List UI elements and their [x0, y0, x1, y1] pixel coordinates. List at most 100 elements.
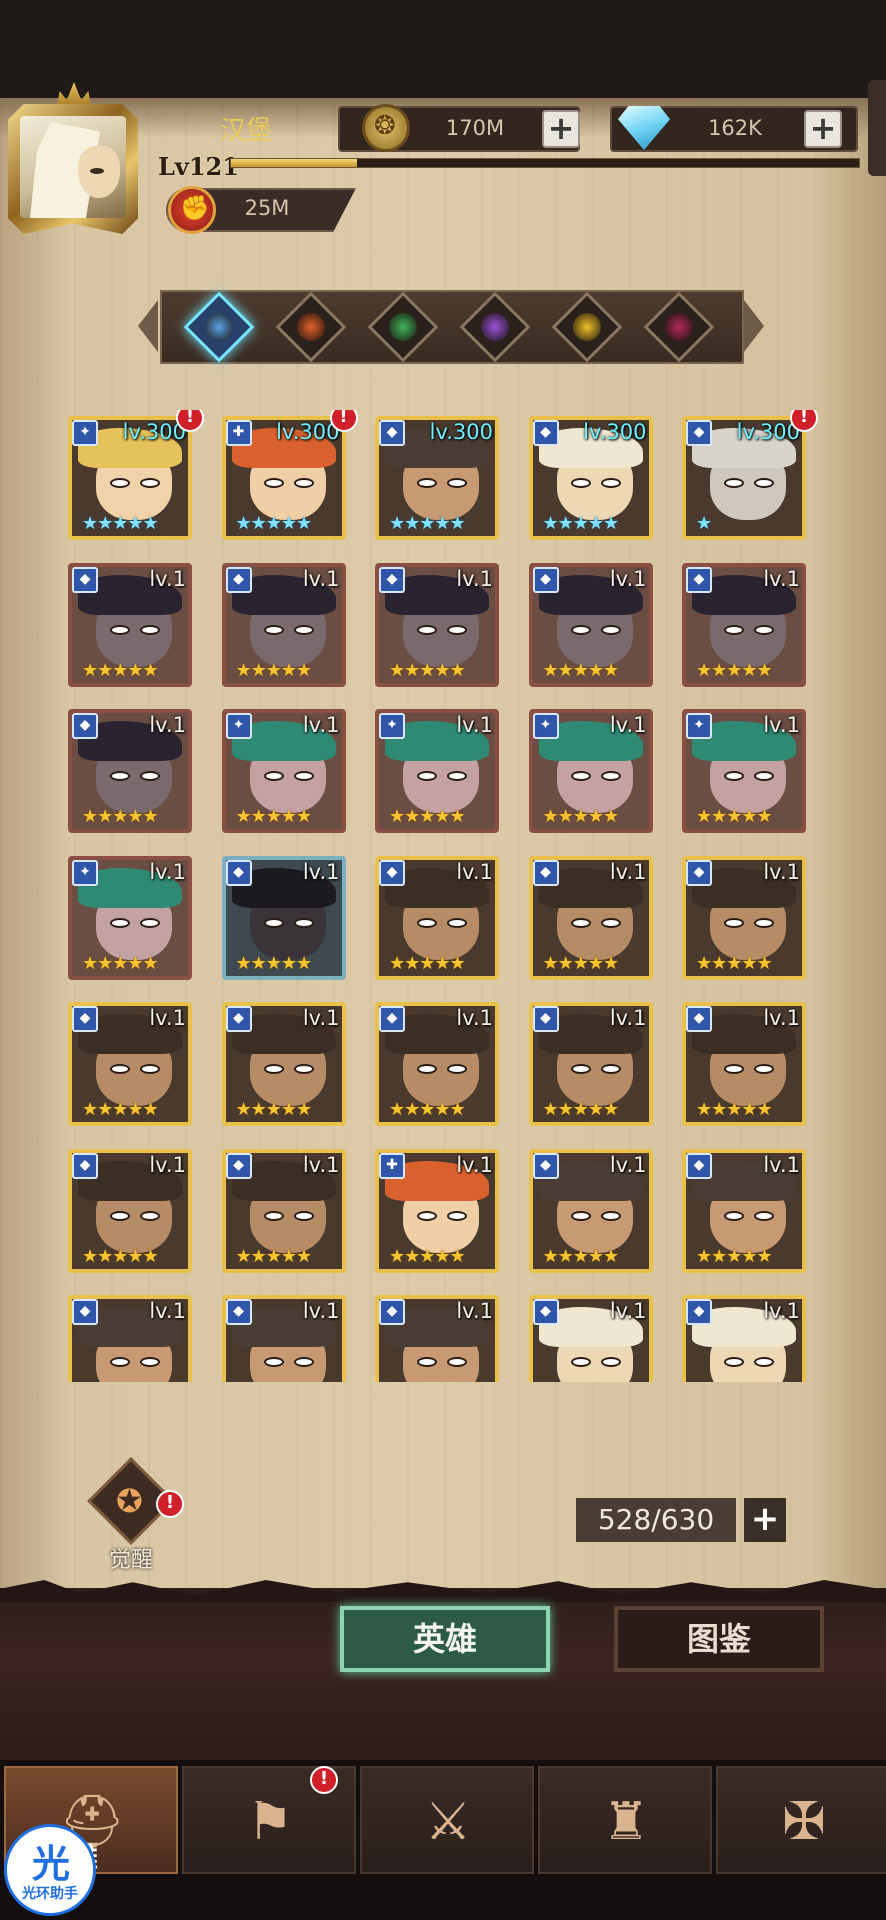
hero-card[interactable]: ✦ lv.1 ★★★★★: [682, 709, 806, 833]
expand-capacity-button[interactable]: +: [744, 1498, 786, 1542]
hero-card[interactable]: ◆ lv.300 ★!: [682, 410, 818, 540]
nature-faction-icon: [389, 313, 417, 341]
hero-class-icon: ◆: [225, 566, 252, 593]
tab-codex[interactable]: 图鉴: [614, 1606, 824, 1672]
fire-faction-icon: [297, 313, 325, 341]
player-avatar[interactable]: [8, 82, 138, 242]
xp-bar-fill: [231, 159, 357, 167]
adventure-flag-icon: ⚑: [246, 1792, 294, 1852]
assistant-floating-button[interactable]: 光 光环助手: [4, 1824, 96, 1916]
faction-tab-5[interactable]: [643, 291, 715, 363]
hero-card[interactable]: ✦ lv.1 ★★★★★: [221, 709, 346, 833]
hero-card[interactable]: ◆lv.1★★★★★: [682, 855, 806, 980]
hero-class-icon: ◆: [72, 1006, 98, 1032]
hero-card[interactable]: ◆lv.1★★★★★: [68, 1002, 192, 1126]
nav-item-guild-crest[interactable]: ✠: [716, 1766, 886, 1874]
hero-card[interactable]: ◆lv.1★★★★★: [375, 1295, 499, 1382]
hero-card[interactable]: ◆lv.1★★★★★: [68, 1295, 192, 1382]
nav-item-castle[interactable]: ♜: [538, 1766, 712, 1874]
hero-card[interactable]: ◆ lv.300 ★★★★★: [375, 416, 499, 540]
hero-level: lv.1: [456, 1299, 493, 1323]
hero-stars: ★★★★★: [542, 952, 620, 974]
hero-card[interactable]: ◆lv.1★★★★★: [682, 562, 806, 687]
nav-item-adventure-flag[interactable]: ⚑!: [182, 1766, 356, 1874]
hero-card[interactable]: ◆lv.1★★★★★: [528, 562, 653, 687]
hero-card[interactable]: ✦ lv.300 ★★★★★!: [68, 410, 204, 540]
hero-card[interactable]: ◆lv.1★★★★★: [221, 1148, 346, 1273]
hero-card[interactable]: ◆lv.1★★★★★: [528, 1295, 653, 1382]
hero-card[interactable]: ◆lv.1★★★★★: [528, 855, 653, 980]
faction-tab-3[interactable]: [459, 291, 531, 363]
hero-level: lv.1: [456, 713, 493, 737]
hero-class-icon: ◆: [686, 1299, 712, 1325]
battle-swords-icon: ⚔: [424, 1792, 472, 1852]
hero-alert-badge: !: [790, 410, 818, 432]
hero-level: lv.1: [763, 1299, 800, 1323]
hero-card[interactable]: ◆lv.1★★★★★: [682, 1002, 806, 1126]
hero-card[interactable]: ◆lv.1★★★★★: [682, 1148, 806, 1273]
nav-alert-badge: !: [310, 1766, 338, 1794]
hero-card[interactable]: ✦ lv.1 ★★★★★: [528, 709, 653, 833]
hero-class-icon: ◆: [532, 1152, 559, 1179]
hero-card[interactable]: ◆lv.1★★★★★: [221, 855, 346, 980]
add-gold-button[interactable]: +: [542, 110, 580, 148]
hero-card[interactable]: ◆lv.1★★★★★: [375, 855, 499, 980]
hero-card[interactable]: ✦ lv.1 ★★★★★: [68, 855, 192, 980]
awaken-alert-badge: !: [156, 1490, 184, 1518]
faction-tab-2[interactable]: [367, 291, 439, 363]
hero-card[interactable]: ◆ lv.300 ★★★★★: [528, 416, 653, 540]
tab-heroes[interactable]: 英雄: [340, 1606, 550, 1672]
hero-class-icon: ◆: [72, 1299, 98, 1325]
hero-level: lv.1: [609, 713, 647, 737]
hero-card[interactable]: ◆lv.1★★★★★: [375, 562, 499, 687]
hero-level: lv.1: [302, 1006, 340, 1030]
hero-level: lv.1: [149, 566, 186, 591]
hero-card[interactable]: ◆lv.1★★★★★: [375, 1002, 499, 1126]
hero-level: lv.1: [456, 566, 493, 591]
awaken-button[interactable]: ✪ ! 觉醒: [82, 1457, 184, 1573]
hero-card[interactable]: ◆lv.1★★★★★: [528, 1002, 653, 1126]
nav-item-battle-swords[interactable]: ⚔: [360, 1766, 534, 1874]
hero-level: lv.1: [763, 713, 800, 737]
hero-stars: ★★★★★: [696, 659, 773, 681]
faction-tab-4[interactable]: [551, 291, 623, 363]
hero-stars: ★★★★★: [389, 513, 466, 534]
hero-grid: ✦ lv.300 ★★★★★! ✚ lv.300 ★★★★★! ◆ lv.300 ★★★★★ ◆ l…: [60, 410, 820, 1382]
hero-level: lv.1: [456, 859, 493, 884]
hero-card[interactable]: ◆lv.1★★★★★: [68, 562, 192, 687]
hero-level: lv.1: [609, 859, 647, 884]
hero-card[interactable]: ◆lv.1★★★★★: [221, 1002, 346, 1126]
hero-card[interactable]: ◆lv.1★★★★★: [528, 1148, 653, 1273]
add-gems-button[interactable]: +: [804, 110, 842, 148]
hero-level: lv.1: [609, 1299, 647, 1323]
hero-card[interactable]: ◆lv.1★★★★★: [68, 709, 192, 833]
hero-stars: ★★★★★: [235, 1099, 313, 1120]
hero-level: lv.1: [763, 1152, 800, 1177]
hero-class-icon: ✦: [532, 713, 559, 739]
hero-card[interactable]: ◆lv.1★★★★★: [221, 562, 346, 687]
hero-card[interactable]: ✚ lv.1 ★★★★★: [375, 1148, 499, 1273]
faction-tab-1[interactable]: [275, 291, 347, 363]
hero-level: lv.300: [276, 420, 340, 444]
hero-class-icon: ◆: [686, 420, 712, 446]
diamond-icon: [618, 106, 670, 150]
hero-card[interactable]: ◆lv.1★★★★★: [221, 1295, 346, 1382]
power-value: 25M: [244, 196, 290, 220]
faction-tab-0[interactable]: [183, 291, 255, 363]
hero-class-icon: ◆: [379, 420, 405, 446]
gem-amount: 162K: [708, 116, 762, 140]
hero-stars: ★★★★★: [82, 1099, 159, 1120]
hero-card[interactable]: ◆lv.1★★★★★: [682, 1295, 806, 1382]
hero-class-icon: ◆: [225, 859, 252, 886]
hero-class-icon: ◆: [225, 1299, 252, 1325]
hero-class-icon: ◆: [532, 1006, 559, 1032]
side-drawer-handle[interactable]: [868, 80, 886, 176]
hero-stars: ★★★★★: [389, 1245, 466, 1267]
hero-card[interactable]: ✚ lv.300 ★★★★★!: [221, 410, 358, 540]
hero-level: lv.1: [149, 1152, 186, 1177]
hero-card[interactable]: ◆lv.1★★★★★: [68, 1148, 192, 1273]
hero-class-icon: ◆: [532, 420, 559, 446]
xp-bar: [230, 158, 860, 168]
hero-card[interactable]: ✦ lv.1 ★★★★★: [375, 709, 499, 833]
hero-class-icon: ◆: [532, 566, 559, 593]
